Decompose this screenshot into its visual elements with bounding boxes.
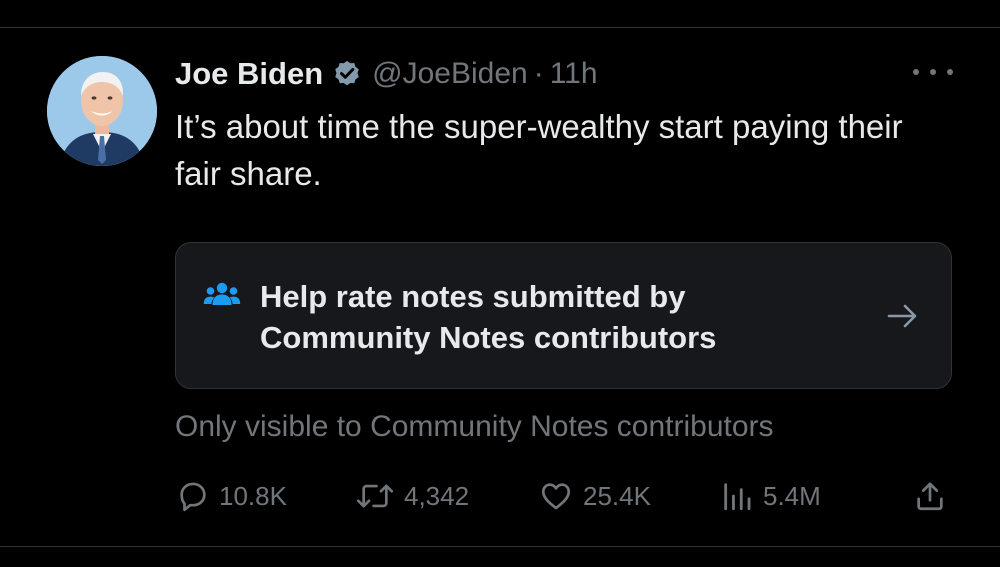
heart-icon [541, 483, 571, 510]
views-count: 5.4M [763, 480, 821, 511]
community-notes-people-icon [203, 282, 241, 305]
repost-count: 4,342 [404, 480, 470, 511]
views-bar-chart-icon [724, 483, 751, 511]
like-count: 25.4K [583, 480, 651, 511]
community-notes-prompt: Help rate notes submitted by Community N… [260, 279, 717, 355]
share-button[interactable] [913, 476, 947, 516]
views-button[interactable]: 5.4M [720, 476, 821, 516]
verified-badge-icon[interactable] [332, 59, 362, 89]
timestamp[interactable]: 11h [550, 57, 598, 91]
repost-button[interactable]: 4,342 [355, 476, 469, 516]
more-options-icon[interactable] [913, 62, 953, 82]
reply-icon [180, 482, 206, 512]
like-button[interactable]: 25.4K [538, 476, 651, 516]
arrow-right-icon [887, 304, 917, 328]
visibility-notice: Only visible to Community Notes contribu… [175, 410, 774, 443]
handle[interactable]: @JoeBiden [372, 57, 528, 91]
separator-dot: · [533, 57, 544, 90]
tweet-text: It’s about time the super-wealthy start … [175, 108, 903, 192]
share-icon [917, 482, 943, 511]
avatar-image [47, 56, 157, 166]
reply-button[interactable]: 10.8K [176, 476, 287, 516]
top-divider [0, 27, 1000, 28]
avatar[interactable] [47, 56, 157, 166]
repost-icon [356, 484, 394, 508]
community-notes-card[interactable]: Help rate notes submitted by Community N… [175, 242, 952, 389]
reply-count: 10.8K [219, 480, 287, 511]
bottom-divider [0, 546, 1000, 547]
display-name[interactable]: Joe Biden [175, 56, 323, 92]
tweet-header: Joe Biden @JoeBiden · 11h [175, 52, 598, 96]
